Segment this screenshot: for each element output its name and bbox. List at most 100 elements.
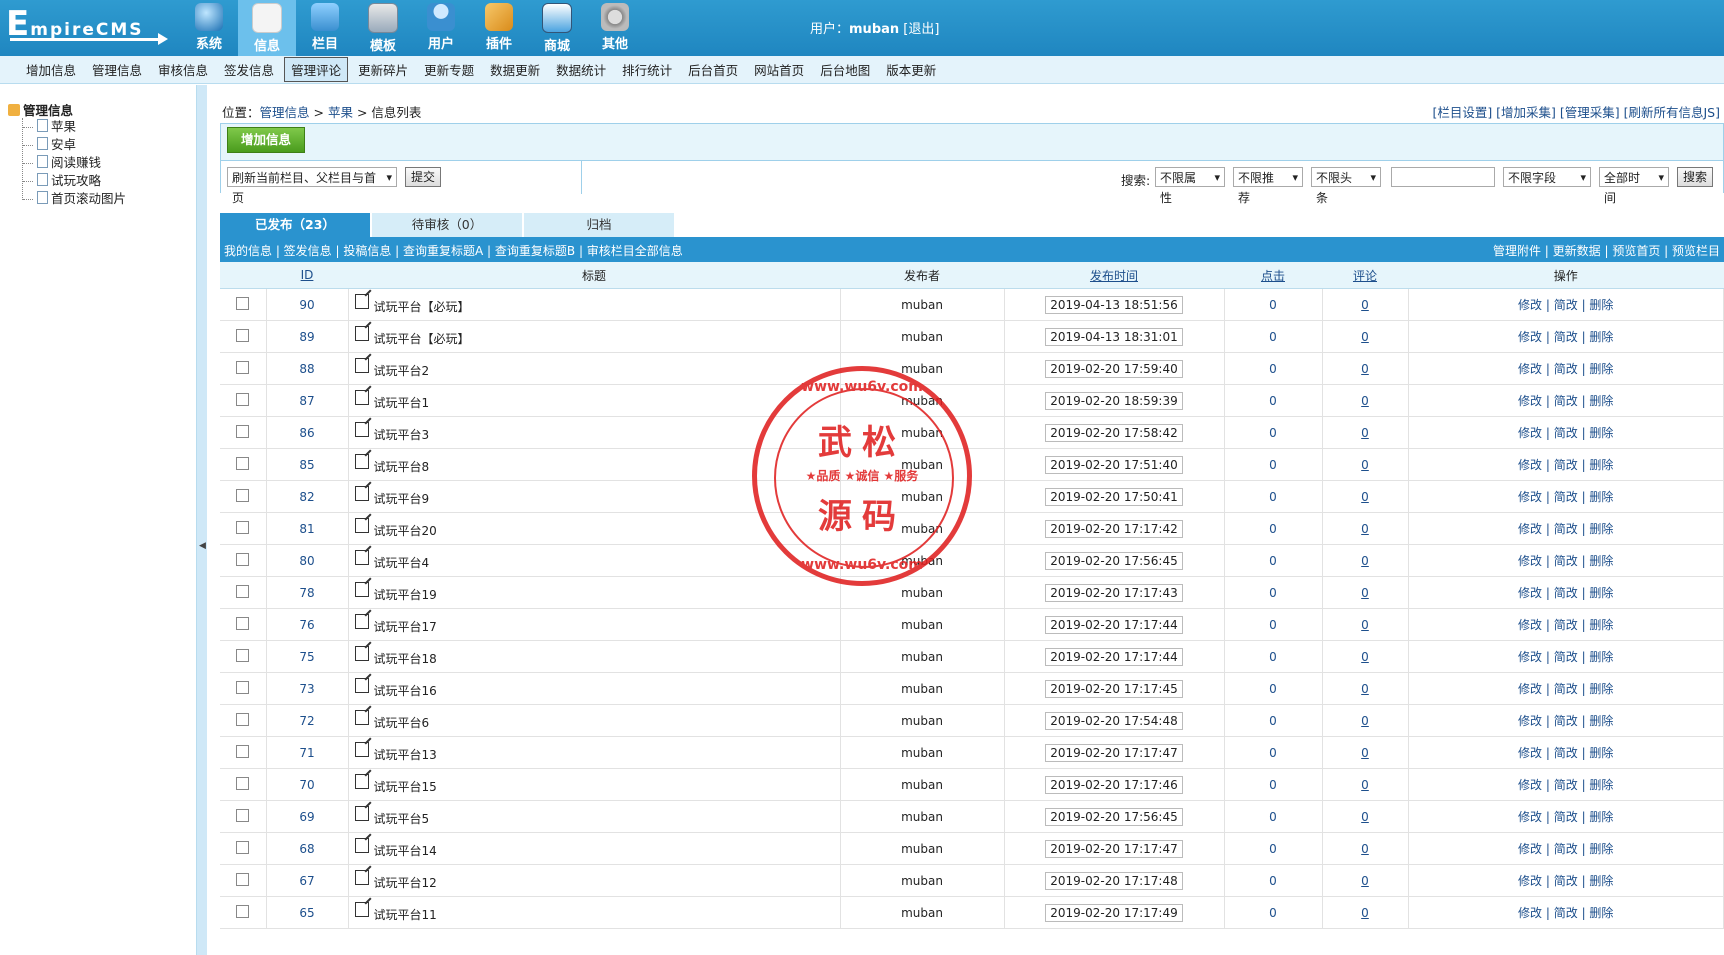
search-input[interactable] (1391, 167, 1495, 187)
edit-doc-icon[interactable] (354, 774, 369, 789)
edit-link[interactable]: 修改 (1518, 330, 1542, 344)
row-title[interactable]: 试玩平台15 (374, 780, 437, 794)
sidebar-item[interactable]: 安卓 (23, 136, 126, 154)
row-comments[interactable]: 0 (1361, 330, 1369, 344)
simple-edit-link[interactable]: 简改 (1554, 362, 1578, 376)
simple-edit-link[interactable]: 简改 (1554, 906, 1578, 920)
row-checkbox[interactable] (236, 840, 250, 854)
add-info-button[interactable]: 增加信息 (227, 127, 305, 153)
row-title[interactable]: 试玩平台3 (374, 428, 430, 442)
row-title[interactable]: 试玩平台9 (374, 492, 430, 506)
row-title[interactable]: 试玩平台16 (374, 684, 437, 698)
sidebar-root[interactable]: 管理信息 (8, 100, 73, 119)
row-checkbox[interactable] (236, 456, 250, 470)
edit-link[interactable]: 修改 (1518, 810, 1542, 824)
row-title[interactable]: 试玩平台【必玩】 (374, 300, 470, 314)
simple-edit-link[interactable]: 简改 (1554, 522, 1578, 536)
refresh-select[interactable]: 刷新当前栏目、父栏目与首页 (227, 167, 397, 205)
edit-doc-icon[interactable] (354, 486, 369, 501)
time-select[interactable]: 全部时间 (1599, 167, 1669, 205)
delete-link[interactable]: 删除 (1589, 426, 1613, 440)
edit-link[interactable]: 修改 (1518, 554, 1542, 568)
col-time[interactable]: 发布时间 (1004, 262, 1224, 289)
status-tab[interactable]: 已发布（23） (220, 213, 370, 237)
row-checkbox[interactable] (236, 424, 250, 438)
row-comments[interactable]: 0 (1361, 554, 1369, 568)
top-nav-item[interactable]: 商城 (528, 0, 586, 56)
edit-doc-icon[interactable] (354, 358, 369, 373)
action-links-right[interactable]: 管理附件 | 更新数据 | 预览首页 | 预览栏目 (1493, 240, 1720, 262)
edit-doc-icon[interactable] (354, 518, 369, 533)
edit-doc-icon[interactable] (354, 326, 369, 341)
row-checkbox[interactable] (236, 904, 250, 918)
row-title[interactable]: 试玩平台2 (374, 364, 430, 378)
row-checkbox[interactable] (236, 648, 250, 662)
subnav-item[interactable]: 审核信息 (152, 58, 214, 81)
delete-link[interactable]: 删除 (1589, 522, 1613, 536)
edit-doc-icon[interactable] (354, 294, 369, 309)
edit-link[interactable]: 修改 (1518, 650, 1542, 664)
top-nav-item[interactable]: 信息 (238, 0, 296, 56)
simple-edit-link[interactable]: 简改 (1554, 490, 1578, 504)
subnav-item[interactable]: 签发信息 (218, 58, 280, 81)
top-nav-item[interactable]: 栏目 (296, 0, 354, 56)
simple-edit-link[interactable]: 简改 (1554, 810, 1578, 824)
row-comments[interactable]: 0 (1361, 522, 1369, 536)
delete-link[interactable]: 删除 (1589, 906, 1613, 920)
action-links-left[interactable]: 我的信息 | 签发信息 | 投稿信息 | 查询重复标题A | 查询重复标题B |… (224, 240, 683, 262)
simple-edit-link[interactable]: 简改 (1554, 778, 1578, 792)
row-comments[interactable]: 0 (1361, 298, 1369, 312)
subnav-item[interactable]: 排行统计 (616, 58, 678, 81)
simple-edit-link[interactable]: 简改 (1554, 874, 1578, 888)
edit-link[interactable]: 修改 (1518, 714, 1542, 728)
edit-link[interactable]: 修改 (1518, 362, 1542, 376)
simple-edit-link[interactable]: 简改 (1554, 746, 1578, 760)
sidebar-item[interactable]: 阅读赚钱 (23, 154, 126, 172)
row-checkbox[interactable] (236, 392, 250, 406)
edit-doc-icon[interactable] (354, 422, 369, 437)
simple-edit-link[interactable]: 简改 (1554, 842, 1578, 856)
search-button[interactable]: 搜索 (1677, 167, 1714, 187)
row-title[interactable]: 试玩平台12 (374, 876, 437, 890)
subnav-item[interactable]: 管理信息 (86, 58, 148, 81)
row-comments[interactable]: 0 (1361, 618, 1369, 632)
edit-doc-icon[interactable] (354, 902, 369, 917)
delete-link[interactable]: 删除 (1589, 586, 1613, 600)
row-checkbox[interactable] (236, 872, 250, 886)
column-links[interactable]: [栏目设置] [增加采集] [管理采集] [刷新所有信息JS] (1432, 102, 1720, 121)
row-checkbox[interactable] (236, 712, 250, 726)
row-title[interactable]: 试玩平台11 (374, 908, 437, 922)
row-comments[interactable]: 0 (1361, 586, 1369, 600)
row-comments[interactable]: 0 (1361, 778, 1369, 792)
edit-link[interactable]: 修改 (1518, 618, 1542, 632)
simple-edit-link[interactable]: 简改 (1554, 554, 1578, 568)
edit-link[interactable]: 修改 (1518, 298, 1542, 312)
row-comments[interactable]: 0 (1361, 458, 1369, 472)
collapse-arrow-icon[interactable]: ◀ (199, 541, 206, 551)
row-title[interactable]: 试玩平台【必玩】 (374, 332, 470, 346)
edit-link[interactable]: 修改 (1518, 426, 1542, 440)
delete-link[interactable]: 删除 (1589, 842, 1613, 856)
simple-edit-link[interactable]: 简改 (1554, 458, 1578, 472)
subnav-item[interactable]: 更新碎片 (352, 58, 414, 81)
delete-link[interactable]: 删除 (1589, 746, 1613, 760)
sidebar-item[interactable]: 苹果 (23, 118, 126, 136)
edit-doc-icon[interactable] (354, 710, 369, 725)
row-checkbox[interactable] (236, 328, 250, 342)
row-checkbox[interactable] (236, 808, 250, 822)
status-tab[interactable]: 归档 (524, 213, 674, 237)
edit-doc-icon[interactable] (354, 870, 369, 885)
delete-link[interactable]: 删除 (1589, 330, 1613, 344)
row-title[interactable]: 试玩平台6 (374, 716, 430, 730)
edit-doc-icon[interactable] (354, 678, 369, 693)
simple-edit-link[interactable]: 简改 (1554, 650, 1578, 664)
row-comments[interactable]: 0 (1361, 714, 1369, 728)
delete-link[interactable]: 删除 (1589, 458, 1613, 472)
row-checkbox[interactable] (236, 296, 250, 310)
logout-link[interactable]: [退出] (903, 22, 939, 37)
row-checkbox[interactable] (236, 488, 250, 502)
subnav-item[interactable]: 后台首页 (682, 58, 744, 81)
top-nav-item[interactable]: 模板 (354, 0, 412, 56)
attr-select[interactable]: 不限属性 (1155, 167, 1225, 205)
edit-link[interactable]: 修改 (1518, 490, 1542, 504)
